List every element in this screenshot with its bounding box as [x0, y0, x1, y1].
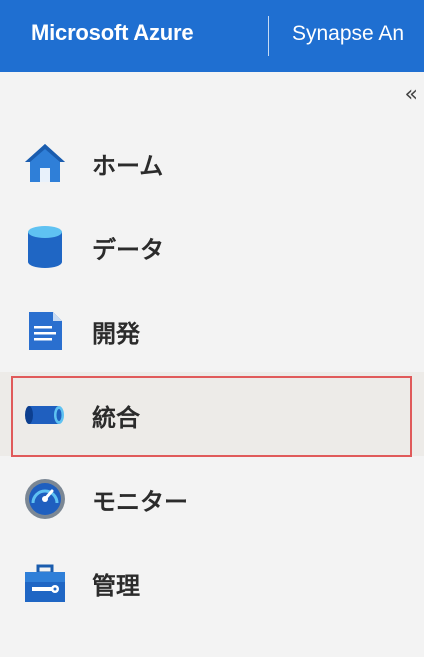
- header-divider: [268, 16, 269, 56]
- sidebar-item-label: 管理: [92, 572, 140, 600]
- sidebar-item-manage[interactable]: 管理: [0, 540, 424, 624]
- home-icon: [25, 144, 65, 182]
- sidebar-item-label: データ: [92, 236, 164, 264]
- brand-title[interactable]: Microsoft Azure: [31, 20, 194, 46]
- sidebar-item-label: ホーム: [92, 152, 164, 180]
- selection-highlight-box: [11, 376, 412, 457]
- collapse-sidebar-icon[interactable]: «: [405, 82, 418, 108]
- develop-document-icon: [29, 312, 62, 350]
- monitor-gauge-icon: [25, 479, 65, 519]
- product-title[interactable]: Synapse An: [292, 22, 404, 46]
- sidebar-item-monitor[interactable]: モニター: [0, 456, 424, 540]
- data-cylinder-icon: [28, 226, 62, 268]
- manage-toolbox-icon: [25, 564, 65, 602]
- sidebar-item-data[interactable]: データ: [0, 204, 424, 288]
- sidebar-item-develop[interactable]: 開発: [0, 288, 424, 372]
- sidebar-item-home[interactable]: ホーム: [0, 120, 424, 204]
- sidebar-item-label: モニター: [92, 488, 188, 516]
- sidebar-item-label: 開発: [92, 320, 140, 348]
- top-bar: Microsoft Azure Synapse An: [0, 0, 424, 72]
